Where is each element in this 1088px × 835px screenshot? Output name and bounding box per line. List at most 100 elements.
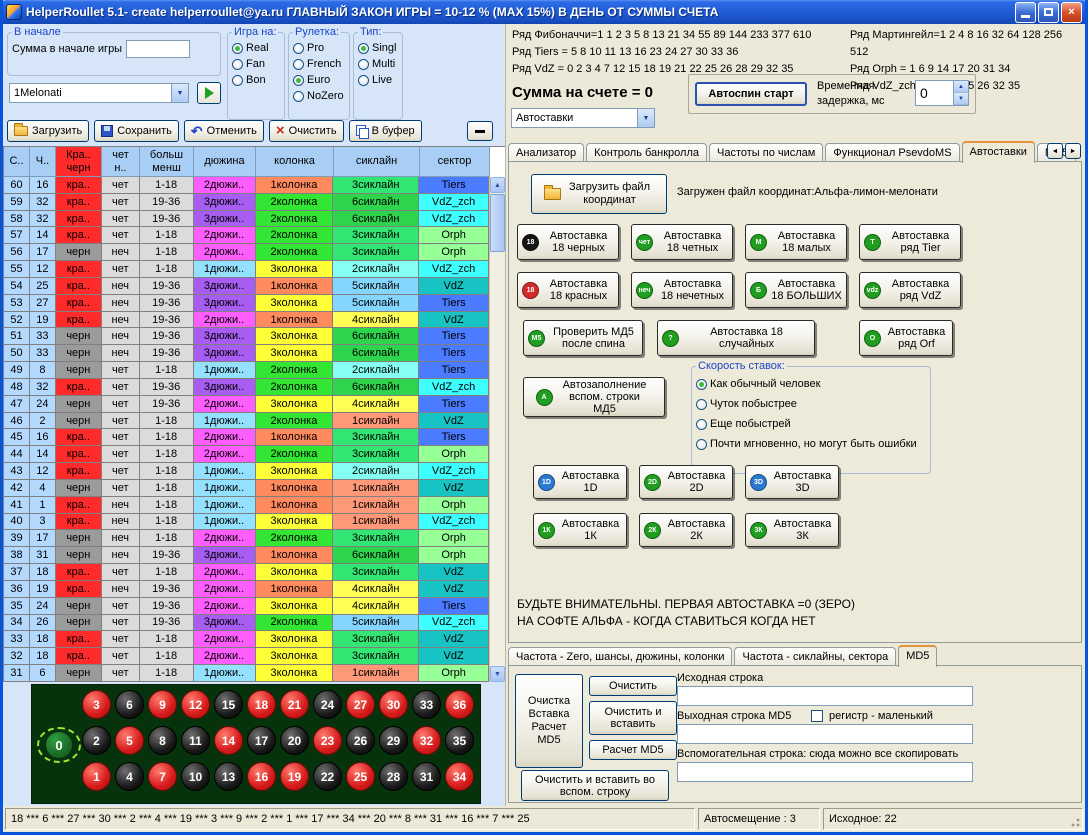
toolbar-button-undo[interactable]: ↶Отменить xyxy=(184,120,264,142)
board-number-21[interactable]: 21 xyxy=(280,690,309,719)
board-number-16[interactable]: 16 xyxy=(247,762,276,791)
board-number-3[interactable]: 3 xyxy=(82,690,111,719)
board-number-5[interactable]: 5 xyxy=(115,726,144,755)
board-number-18[interactable]: 18 xyxy=(247,690,276,719)
autobet-button[interactable]: 18Автоставка 18 черных xyxy=(517,224,619,260)
autobet-button[interactable]: ?Автоставка 18 случайных xyxy=(657,320,815,356)
autobet-button[interactable]: 18Автоставка 18 красных xyxy=(517,272,619,308)
board-number-17[interactable]: 17 xyxy=(247,726,276,755)
table-row[interactable]: 3619кра..неч19-362дюжи..1колонка4сиклайн… xyxy=(4,581,489,598)
load-coordinates-button[interactable]: Загрузить файл координат xyxy=(531,174,667,214)
collapse-button[interactable] xyxy=(467,121,493,141)
table-row[interactable]: 3718кра..чет1-182дюжи..3колонка3сиклайнV… xyxy=(4,564,489,581)
table-row[interactable]: 3218кра..чет1-182дюжи..3колонка3сиклайнV… xyxy=(4,648,489,665)
board-number-30[interactable]: 30 xyxy=(379,690,408,719)
table-row[interactable]: 5714кра..чет1-182дюжи..2колонка3сиклайнO… xyxy=(4,227,489,244)
bottom-tab-2[interactable]: MD5 xyxy=(898,645,937,667)
speed-option-Чуток побыстрее[interactable]: Чуток побыстрее xyxy=(696,394,926,414)
board-number-9[interactable]: 9 xyxy=(148,690,177,719)
table-scrollbar[interactable]: ▲ ▼ xyxy=(489,177,505,682)
toolbar-button-clear[interactable]: ×Очистить xyxy=(269,120,344,142)
table-row[interactable]: 498чернчет1-181дюжи..2колонка2сиклайнTie… xyxy=(4,362,489,379)
autobet-button[interactable]: TАвтоставка ряд Tier xyxy=(859,224,961,260)
autobet-combo[interactable]: Автоставки ▼ xyxy=(511,108,655,128)
board-number-19[interactable]: 19 xyxy=(280,762,309,791)
source-string-input[interactable] xyxy=(677,686,973,706)
profile-combo[interactable]: 1Melonati ▼ xyxy=(9,83,189,103)
board-number-31[interactable]: 31 xyxy=(412,762,441,791)
table-row[interactable]: 5133черннеч19-363дюжи..3колонка6сиклайнT… xyxy=(4,328,489,345)
autospin-start-button[interactable]: Автоспин старт xyxy=(695,82,807,106)
board-number-6[interactable]: 6 xyxy=(115,690,144,719)
register-checkbox[interactable] xyxy=(811,710,823,723)
board-number-12[interactable]: 12 xyxy=(181,690,210,719)
board-number-1[interactable]: 1 xyxy=(82,762,111,791)
board-number-13[interactable]: 13 xyxy=(214,762,243,791)
speed-option-Еще побыстрей[interactable]: Еще побыстрей xyxy=(696,414,926,434)
table-header-8[interactable]: сектор xyxy=(420,147,490,177)
chevron-down-icon[interactable]: ▼ xyxy=(637,109,654,127)
board-number-22[interactable]: 22 xyxy=(313,762,342,791)
table-row[interactable]: 462чернчет1-181дюжи..2колонка1сиклайнVdZ xyxy=(4,413,489,430)
bottom-tab-1[interactable]: Частота - сиклайны, сектора xyxy=(734,647,896,666)
table-header-7[interactable]: сиклайн xyxy=(334,147,420,177)
table-row[interactable]: 4516кра..чет1-182дюжи..1колонка3сиклайнT… xyxy=(4,429,489,446)
table-row[interactable]: 3831черннеч19-363дюжи..1колонка6сиклайнO… xyxy=(4,547,489,564)
table-header-6[interactable]: колонка xyxy=(256,147,334,177)
table-row[interactable]: 5617черннеч1-182дюжи..2колонка3сиклайнOr… xyxy=(4,244,489,261)
resize-grip[interactable] xyxy=(1069,816,1081,828)
table-row[interactable]: 3524чернчет19-362дюжи..3колонка4сиклайнT… xyxy=(4,598,489,615)
board-number-2[interactable]: 2 xyxy=(82,726,111,755)
board-number-8[interactable]: 8 xyxy=(148,726,177,755)
spinner-up-icon[interactable]: ▲ xyxy=(954,81,968,93)
board-number-33[interactable]: 33 xyxy=(412,690,441,719)
board-number-27[interactable]: 27 xyxy=(346,690,375,719)
tab-4[interactable]: Автоставки xyxy=(962,141,1035,163)
wheel-option-Euro[interactable]: Euro xyxy=(293,72,345,88)
autobet-button[interactable]: 3КАвтоставка 3К xyxy=(745,513,839,547)
close-button-icon[interactable]: × xyxy=(1061,2,1082,23)
table-row[interactable]: 4414кра..чет1-182дюжи..2колонка3сиклайнO… xyxy=(4,446,489,463)
tab-1[interactable]: Контроль банкролла xyxy=(586,143,707,162)
start-sum-input[interactable] xyxy=(126,40,190,58)
table-row[interactable]: 4832кра..чет19-363дюжи..2колонка6сиклайн… xyxy=(4,379,489,396)
wheel-option-NoZero[interactable]: NoZero xyxy=(293,88,345,104)
table-header-0[interactable]: С.. xyxy=(4,147,30,177)
table-row[interactable]: 411кра..неч1-181дюжи..1колонка1сиклайнOr… xyxy=(4,497,489,514)
type-option-Multi[interactable]: Multi xyxy=(358,56,398,72)
md5-clear-button[interactable]: Очистить xyxy=(589,676,677,696)
autofill-md5-button[interactable]: А Автозаполнение вспом. строки МД5 xyxy=(523,377,665,417)
autobet-button[interactable]: 1DАвтоставка 1D xyxy=(533,465,627,499)
scroll-up-icon[interactable]: ▲ xyxy=(490,177,505,193)
board-number-36[interactable]: 36 xyxy=(445,690,474,719)
speed-option-Как обычный человек[interactable]: Как обычный человек xyxy=(696,374,926,394)
table-row[interactable]: 403кра..неч1-181дюжи..3колонка1сиклайнVd… xyxy=(4,514,489,531)
tab-0[interactable]: Анализатор xyxy=(508,143,584,162)
md5-combined-button[interactable]: Очистка Вставка Расчет MD5 xyxy=(515,674,583,768)
tab-3[interactable]: Функционал PsevdoMS xyxy=(825,143,959,162)
board-number-15[interactable]: 15 xyxy=(214,690,243,719)
play-button[interactable] xyxy=(197,82,221,104)
autobet-button[interactable]: четАвтоставка 18 четных xyxy=(631,224,733,260)
type-option-Singl[interactable]: Singl xyxy=(358,40,398,56)
table-row[interactable]: 6016кра..чет1-182дюжи..1колонка3сиклайнT… xyxy=(4,177,489,194)
table-row[interactable]: 3318кра..чет1-182дюжи..3колонка3сиклайнV… xyxy=(4,631,489,648)
table-row[interactable]: 4724чернчет19-362дюжи..3колонка4сиклайнT… xyxy=(4,396,489,413)
board-number-4[interactable]: 4 xyxy=(115,762,144,791)
board-number-11[interactable]: 11 xyxy=(181,726,210,755)
autobet-button[interactable]: vdzАвтоставка ряд VdZ xyxy=(859,272,961,308)
spinner-down-icon[interactable]: ▼ xyxy=(954,93,968,105)
table-header-3[interactable]: четн.. xyxy=(102,147,140,177)
table-row[interactable]: 5932кра..чет19-363дюжи..2колонка6сиклайн… xyxy=(4,194,489,211)
game-option-Real[interactable]: Real xyxy=(232,40,280,56)
scroll-down-icon[interactable]: ▼ xyxy=(490,666,505,682)
autobet-button[interactable]: 3DАвтоставка 3D xyxy=(745,465,839,499)
checkbox-icon[interactable] xyxy=(811,710,823,722)
chevron-down-icon[interactable]: ▼ xyxy=(171,84,188,102)
table-row[interactable]: 4312кра..чет1-181дюжи..3колонка2сиклайнV… xyxy=(4,463,489,480)
board-number-28[interactable]: 28 xyxy=(379,762,408,791)
wheel-option-Pro[interactable]: Pro xyxy=(293,40,345,56)
table-header-5[interactable]: дюжина xyxy=(194,147,256,177)
md5-clear-paste-button[interactable]: Очистить и вставить xyxy=(589,701,677,735)
type-option-Live[interactable]: Live xyxy=(358,72,398,88)
